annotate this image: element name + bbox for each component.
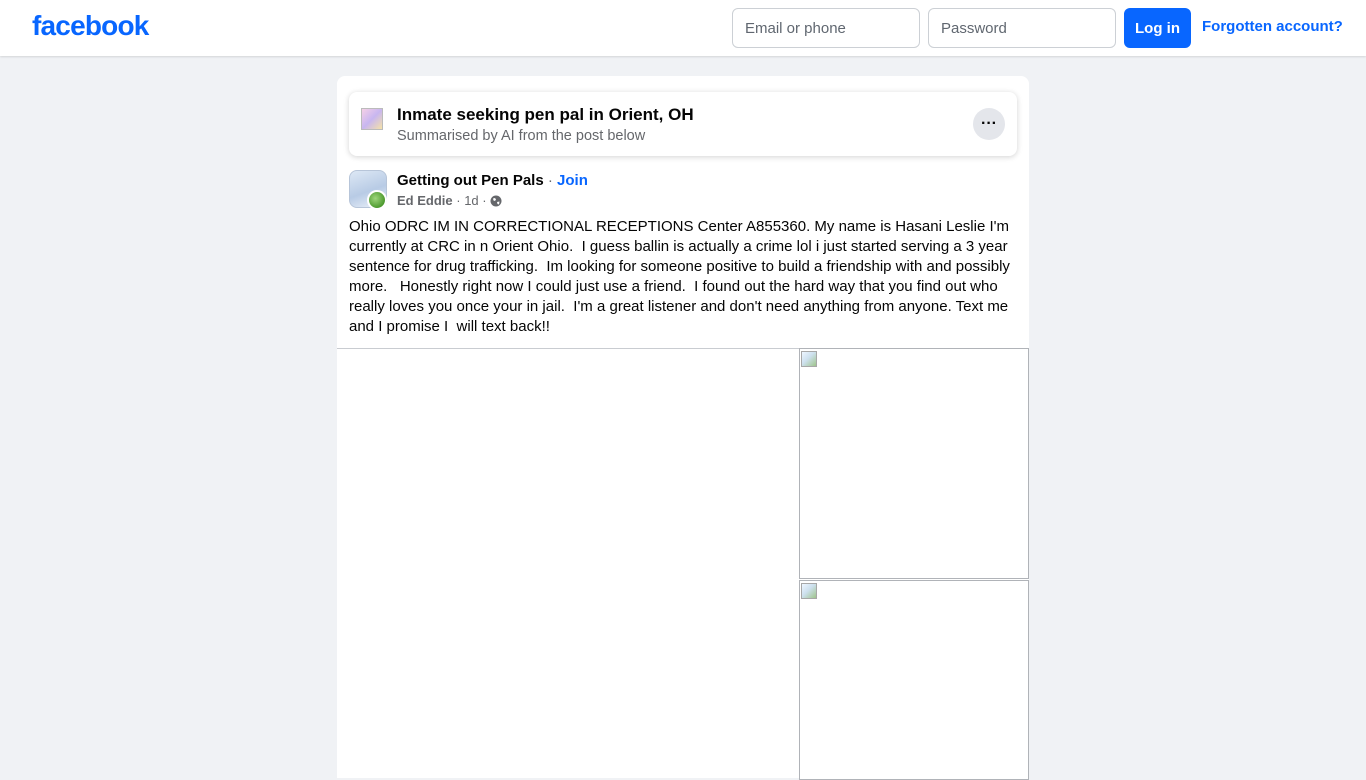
broken-image-icon (801, 351, 817, 367)
author-avatar[interactable] (367, 190, 387, 210)
separator-dot: · (478, 193, 491, 208)
group-header: Getting out Pen Pals · Join (397, 172, 588, 189)
more-options-icon: ··· (981, 115, 997, 132)
broken-image-icon (801, 583, 817, 599)
summary-subtitle: Summarised by AI from the post below (397, 128, 646, 144)
post-timestamp[interactable]: 1d (464, 193, 478, 208)
post-photo-third[interactable] (799, 580, 1029, 780)
top-navigation-bar: facebook Log in Forgotten account? (0, 0, 1366, 56)
password-input[interactable] (928, 8, 1116, 48)
join-group-link[interactable]: Join (557, 172, 588, 189)
summary-title: Inmate seeking pen pal in Orient, OH (397, 105, 694, 124)
more-options-button[interactable]: ··· (973, 108, 1005, 140)
author-name-link[interactable]: Ed Eddie (397, 193, 453, 208)
post-body-text: Ohio ODRC IM IN CORRECTIONAL RECEPTIONS … (349, 218, 1015, 335)
separator-dot: · (452, 193, 465, 208)
facebook-logo[interactable]: facebook (32, 10, 149, 42)
globe-icon (490, 195, 502, 207)
post-meta: Ed Eddie · 1d · (397, 193, 502, 208)
ai-summary-card[interactable]: Inmate seeking pen pal in Orient, OH Sum… (349, 92, 1017, 156)
ai-summary-icon (361, 108, 383, 130)
separator-dot: · (543, 172, 558, 189)
forgotten-account-link[interactable]: Forgotten account? (1202, 18, 1343, 35)
email-or-phone-input[interactable] (732, 8, 920, 48)
post-card: Inmate seeking pen pal in Orient, OH Sum… (337, 76, 1029, 780)
post-photo-second[interactable] (799, 348, 1029, 579)
group-name-link[interactable]: Getting out Pen Pals (397, 172, 544, 189)
post-photo-main[interactable] (337, 348, 799, 778)
log-in-button[interactable]: Log in (1124, 8, 1191, 48)
